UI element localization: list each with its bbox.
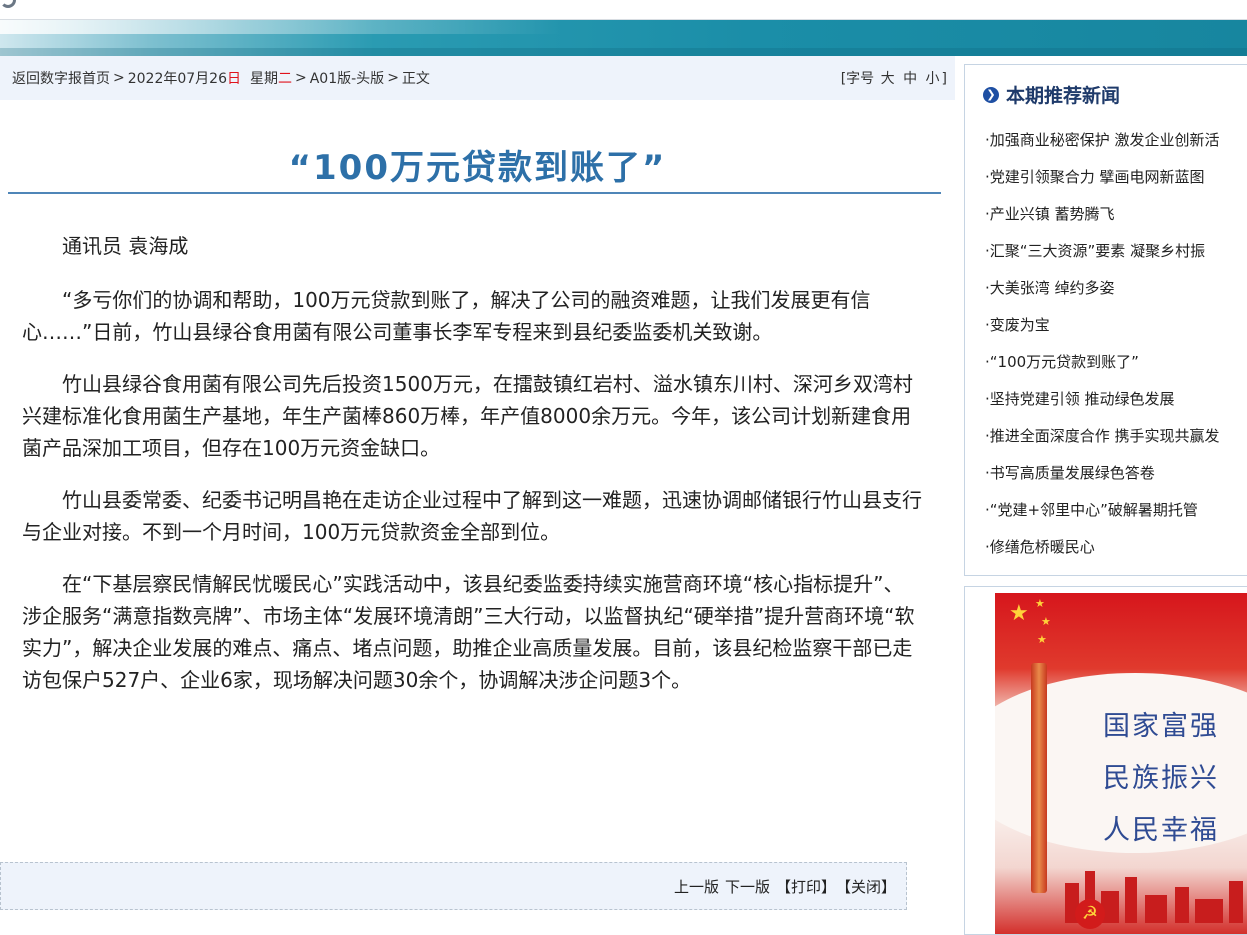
recommended-news-title: 本期推荐新闻 (1006, 85, 1121, 107)
article-body: 通讯员 袁海成 “多亏你们的协调和帮助，100万元贷款到账了，解决了公司的融资难… (22, 230, 922, 716)
news-list-item[interactable]: ·“100万元贷款到账了” (985, 344, 1247, 381)
breadcrumb-edition-link[interactable]: A01版-头版 (310, 68, 384, 88)
news-list-item[interactable]: ·坚持党建引领 推动绿色发展 (985, 381, 1247, 418)
recommended-news-heading: ❯ 本期推荐新闻 (983, 81, 1120, 108)
promo-slogan-line: 国家富强 (1103, 711, 1219, 742)
news-list-item[interactable]: ·大美张湾 绰约多姿 (985, 270, 1247, 307)
banner-shadow (0, 48, 1247, 56)
article-paragraph: 在“下基层察民情解民忧暖民心”实践活动中，该县纪委监委持续实施营商环境“核心指标… (22, 572, 915, 692)
star-icon: ★ (1037, 633, 1047, 646)
font-size-medium-button[interactable]: 中 (903, 71, 917, 87)
article-paragraph: 竹山县委常委、纪委书记明昌艳在走访企业过程中了解到这一难题，迅速协调邮储银行竹山… (22, 488, 922, 544)
news-list-item[interactable]: ·汇聚“三大资源”要素 凝聚乡村振 (985, 233, 1247, 270)
news-list-item[interactable]: ·党建引领聚合力 擘画电网新蓝图 (985, 159, 1247, 196)
prev-edition-link[interactable]: 上一版 (674, 876, 719, 897)
top-strip (0, 0, 1247, 20)
font-size-open: [字号 (840, 71, 875, 87)
breadcrumb-separator: > (295, 70, 307, 86)
breadcrumb-weekday-text: 星期 (250, 71, 278, 87)
news-list-item[interactable]: ·加强商业秘密保护 激发企业创新活 (985, 122, 1247, 159)
title-divider (8, 192, 941, 194)
article-paragraph: “多亏你们的协调和帮助，100万元贷款到账了，解决了公司的融资难题，让我们发展更… (22, 288, 871, 344)
article-footer-nav: 上一版 下一版 【打印】 【关闭】 (0, 862, 907, 910)
promo-slogan: 国家富强 民族振兴 人民幸福 (1103, 701, 1219, 857)
breadcrumb-weekday-char: 二 (278, 71, 292, 87)
recommended-news-list: ·加强商业秘密保护 激发企业创新活 ·党建引领聚合力 擘画电网新蓝图 ·产业兴镇… (985, 122, 1247, 566)
star-icon: ★ (1035, 597, 1045, 610)
news-list-item[interactable]: ·产业兴镇 蓄势腾飞 (985, 196, 1247, 233)
breadcrumb-date: 2022年07月26日 (128, 68, 241, 88)
recommended-news-panel: ❯ 本期推荐新闻 ·加强商业秘密保护 激发企业创新活 ·党建引领聚合力 擘画电网… (964, 64, 1247, 576)
close-button[interactable]: 【关闭】 (836, 876, 896, 897)
article-title: “100万元贷款到账了” (288, 148, 667, 188)
news-list-item[interactable]: ·推进全面深度合作 携手实现共赢发 (985, 418, 1247, 455)
print-button[interactable]: 【打印】 (776, 876, 836, 897)
breadcrumb-date-text: 2022年07月26 (127, 71, 227, 87)
logo-icon (0, 0, 16, 8)
breadcrumb-current: 正文 (401, 71, 430, 87)
banner-highlight (0, 20, 1247, 34)
party-emblem-icon: ☭ (1075, 899, 1105, 929)
huabiao-pillar-icon (1031, 663, 1047, 893)
news-list-item[interactable]: ·“党建+邻里中心”破解暑期托管 (985, 492, 1247, 529)
font-size-small-button[interactable]: 小 (926, 71, 940, 87)
news-list-item[interactable]: ·变废为宝 (985, 307, 1247, 344)
promo-slogan-line: 人民幸福 (1103, 815, 1219, 846)
font-size-large-button[interactable]: 大 (881, 71, 895, 87)
breadcrumb-separator: > (387, 70, 399, 86)
breadcrumb-date-day: 日 (227, 71, 241, 87)
article-author: 通讯员 袁海成 (62, 234, 189, 258)
promo-poster: ★ ★ ★ ★ 国家富强 民族振兴 人民幸福 ☭ (995, 593, 1247, 934)
star-icon: ★ (1009, 601, 1029, 626)
promo-banner[interactable]: ★ ★ ★ ★ 国家富强 民族振兴 人民幸福 ☭ (964, 586, 1247, 935)
star-icon: ★ (1041, 615, 1051, 628)
news-list-item[interactable]: ·书写高质量发展绿色答卷 (985, 455, 1247, 492)
header-banner (0, 20, 1247, 56)
breadcrumb-separator: > (113, 70, 125, 86)
news-list-item[interactable]: ·修缮危桥暖民心 (985, 529, 1247, 566)
font-size-close: ] (941, 71, 947, 87)
breadcrumb-home-link[interactable]: 返回数字报首页 (12, 68, 110, 88)
promo-slogan-line: 民族振兴 (1103, 763, 1219, 794)
font-size-control: [字号 大 中 小] (841, 68, 947, 88)
next-edition-link[interactable]: 下一版 (725, 876, 770, 897)
main-column: 返回数字报首页 > 2022年07月26日 星期二 > A01版-头版 > 正文… (0, 56, 955, 935)
breadcrumb: 返回数字报首页 > 2022年07月26日 星期二 > A01版-头版 > 正文 (12, 68, 433, 88)
chevron-circle-right-icon: ❯ (983, 86, 999, 103)
breadcrumb-bar: 返回数字报首页 > 2022年07月26日 星期二 > A01版-头版 > 正文… (0, 56, 955, 100)
breadcrumb-weekday: 星期二 (250, 68, 292, 88)
article-paragraph: 竹山县绿谷食用菌有限公司先后投资1500万元，在擂鼓镇红岩村、溢水镇东川村、深河… (22, 372, 913, 460)
